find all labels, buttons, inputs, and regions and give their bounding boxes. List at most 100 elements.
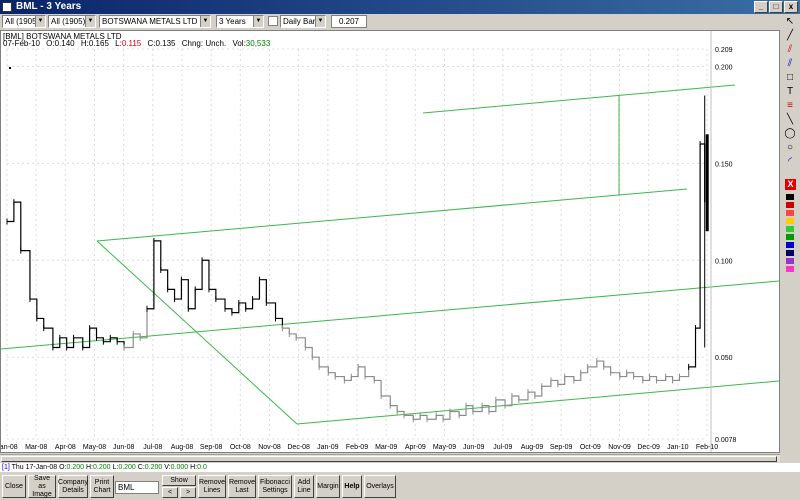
- price-segment: [252, 279, 261, 300]
- x-tick-label: May-08: [83, 444, 106, 451]
- status-v: 0.000: [170, 464, 189, 471]
- show-button[interactable]: Show: [162, 475, 196, 486]
- last-candle: [705, 134, 709, 232]
- parallel-tool-icon[interactable]: ⫽: [784, 44, 796, 56]
- exchange-select[interactable]: All (1905) ▼: [2, 15, 46, 28]
- fibonacci-settings-button[interactable]: Fibonacci Settings: [258, 475, 292, 498]
- top-toolbar: All (1905) ▼ All (1905) ▼ BOTSWANA METAL…: [0, 14, 800, 30]
- ellipse-tool-icon[interactable]: ◯: [784, 128, 796, 140]
- app-icon: [2, 2, 12, 12]
- x-tick-label: Aug-09: [521, 444, 544, 451]
- prev-button[interactable]: <: [162, 487, 178, 498]
- price-segment: [527, 391, 536, 396]
- print-chart-button[interactable]: Print Chart: [90, 475, 114, 498]
- remove-lines-button[interactable]: Remove Lines: [198, 475, 226, 498]
- close-window-button[interactable]: x: [784, 1, 798, 13]
- maximize-button[interactable]: □: [769, 1, 783, 13]
- chevron-down-icon: ▼: [253, 16, 263, 27]
- price-segment: [160, 269, 169, 290]
- x-tick-label: Feb-10: [696, 444, 718, 451]
- price-segment: [20, 249, 31, 300]
- overlays-button[interactable]: Overlays: [364, 475, 396, 498]
- scrollbar-thumb[interactable]: [1, 456, 777, 462]
- minimize-button[interactable]: _: [754, 1, 768, 13]
- gann-tool-icon[interactable]: ╲: [784, 114, 796, 126]
- text-tool-icon[interactable]: T: [784, 86, 796, 98]
- x-tick-label: Oct-08: [230, 444, 251, 451]
- help-button[interactable]: Help: [342, 475, 362, 498]
- price-segment: [656, 376, 667, 382]
- save-image-button[interactable]: Save as Image: [28, 475, 56, 498]
- price-segment: [541, 380, 552, 387]
- price-segment: [89, 327, 98, 338]
- channel-tool-icon[interactable]: ⫽: [784, 58, 796, 70]
- security-select[interactable]: BOTSWANA METALS LTD ▼: [99, 15, 211, 28]
- fib-tool-icon[interactable]: ≡: [784, 100, 796, 112]
- horizontal-scrollbar[interactable]: [0, 454, 780, 462]
- price-segment: [700, 143, 706, 203]
- y-tick-label: 0.050: [715, 355, 733, 362]
- option-checkbox[interactable]: [268, 16, 278, 26]
- color-swatch[interactable]: [786, 202, 794, 208]
- period-select[interactable]: 3 Years ▼: [216, 15, 264, 28]
- chevron-down-icon: ▼: [35, 16, 45, 27]
- bottom-toolbar: Close Save as Image Company Details Prin…: [0, 473, 800, 500]
- line-tool-icon[interactable]: ╱: [784, 30, 796, 42]
- price-segment: [587, 361, 598, 368]
- x-tick-label: Nov-09: [608, 444, 631, 451]
- rectangle-tool-icon[interactable]: □: [784, 72, 796, 84]
- x-tick-label: Nov-08: [258, 444, 281, 451]
- price-segment: [420, 414, 428, 420]
- price-segment: [195, 260, 203, 290]
- window-title: BML - 3 Years: [16, 1, 82, 12]
- close-button[interactable]: Close: [2, 475, 26, 498]
- color-swatch[interactable]: [786, 234, 794, 240]
- circle-tool-icon[interactable]: ○: [784, 142, 796, 154]
- x-axis: Jan-08 Mar-08 Apr-08 May-08 Jun-08 Jul-08 Aug-…: [1, 444, 718, 451]
- value-field[interactable]: 0.207: [331, 15, 367, 28]
- color-swatch[interactable]: [786, 250, 794, 256]
- status-c-label: C:: [137, 464, 145, 471]
- price-segment: [167, 288, 176, 300]
- color-swatch[interactable]: [786, 266, 794, 272]
- x-tick-label: Aug-08: [171, 444, 194, 451]
- chart-area[interactable]: [BML] BOTSWANA METALS LTD 07-Feb-10 O:0.…: [0, 30, 780, 453]
- price-segment: [626, 372, 635, 377]
- color-swatch[interactable]: [786, 210, 794, 216]
- price-segment: [140, 308, 148, 339]
- symbol-input[interactable]: BML: [115, 481, 159, 494]
- color-swatch[interactable]: [786, 258, 794, 264]
- price-segment: [275, 317, 284, 329]
- trendline: [96, 188, 688, 242]
- list-select[interactable]: All (1905) ▼: [48, 15, 96, 28]
- price-series: [6, 67, 709, 423]
- color-swatch[interactable]: [786, 194, 794, 200]
- next-button[interactable]: >: [180, 487, 196, 498]
- price-segment: [390, 405, 398, 412]
- price-segment: [413, 415, 421, 420]
- price-segment: [36, 317, 45, 329]
- x-tick-label: Sep-08: [200, 444, 223, 451]
- x-tick-label: Jul-09: [493, 444, 512, 451]
- price-segment: [174, 279, 183, 300]
- company-details-button[interactable]: Company Details: [58, 475, 88, 498]
- arc-tool-icon[interactable]: ◜: [784, 156, 796, 168]
- status-h-label: H:: [85, 464, 93, 471]
- color-swatch[interactable]: [786, 226, 794, 232]
- price-segment: [312, 356, 320, 367]
- color-swatch[interactable]: [786, 218, 794, 224]
- add-line-button[interactable]: Add Line: [294, 475, 314, 498]
- trendlines: [1, 84, 779, 425]
- remove-last-button[interactable]: Remove Last: [228, 475, 256, 498]
- x-tick-label: Dec-08: [287, 444, 310, 451]
- bars-select[interactable]: Daily Bars ▼: [280, 15, 326, 28]
- price-segment: [495, 399, 506, 406]
- price-segment: [633, 375, 644, 381]
- price-chart[interactable]: 0.209 0.200 0.150 0.100 0.050 0.0078 Jan-08 Ma…: [1, 31, 779, 452]
- status-line: [1] Thu 17-Jan-08 O:0.200 H:0.200 L:0.20…: [0, 463, 800, 472]
- color-swatch[interactable]: [786, 242, 794, 248]
- delete-drawing-button[interactable]: X: [785, 179, 796, 190]
- arrow-tool-icon[interactable]: ↖: [784, 16, 796, 28]
- margin-button[interactable]: Margin: [316, 475, 340, 498]
- chevron-down-icon: ▼: [315, 16, 325, 27]
